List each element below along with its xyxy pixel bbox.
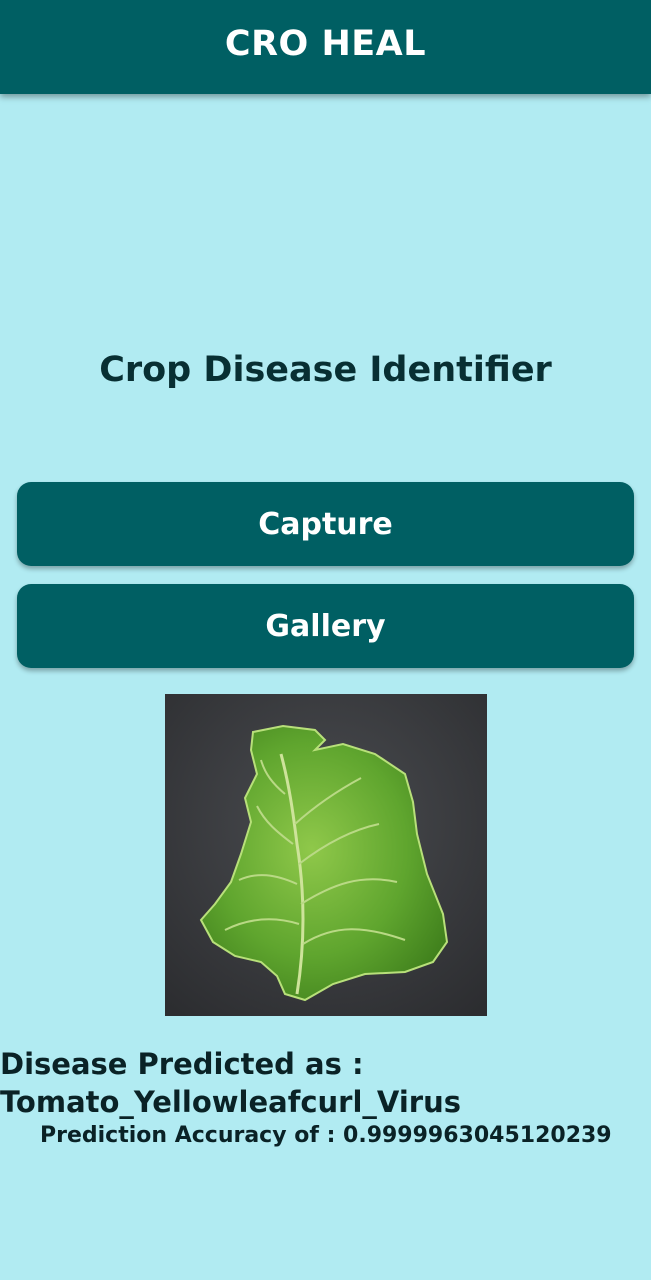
capture-button[interactable]: Capture <box>17 482 634 566</box>
prediction-label: Disease Predicted as : <box>0 1047 364 1081</box>
app-screen: CRO HEAL Crop Disease Identifier Capture… <box>0 0 651 1280</box>
gallery-button[interactable]: Gallery <box>17 584 634 668</box>
app-title: CRO HEAL <box>224 24 427 64</box>
app-bar: CRO HEAL <box>0 0 651 94</box>
leaf-photo-drawing <box>165 694 487 1016</box>
prediction-result: Tomato_Yellowleafcurl_Virus <box>0 1085 461 1119</box>
page-title: Crop Disease Identifier <box>99 350 552 390</box>
leaf-photo <box>165 694 487 1016</box>
prediction-accuracy: Prediction Accuracy of : 0.9999963045120… <box>40 1123 612 1148</box>
